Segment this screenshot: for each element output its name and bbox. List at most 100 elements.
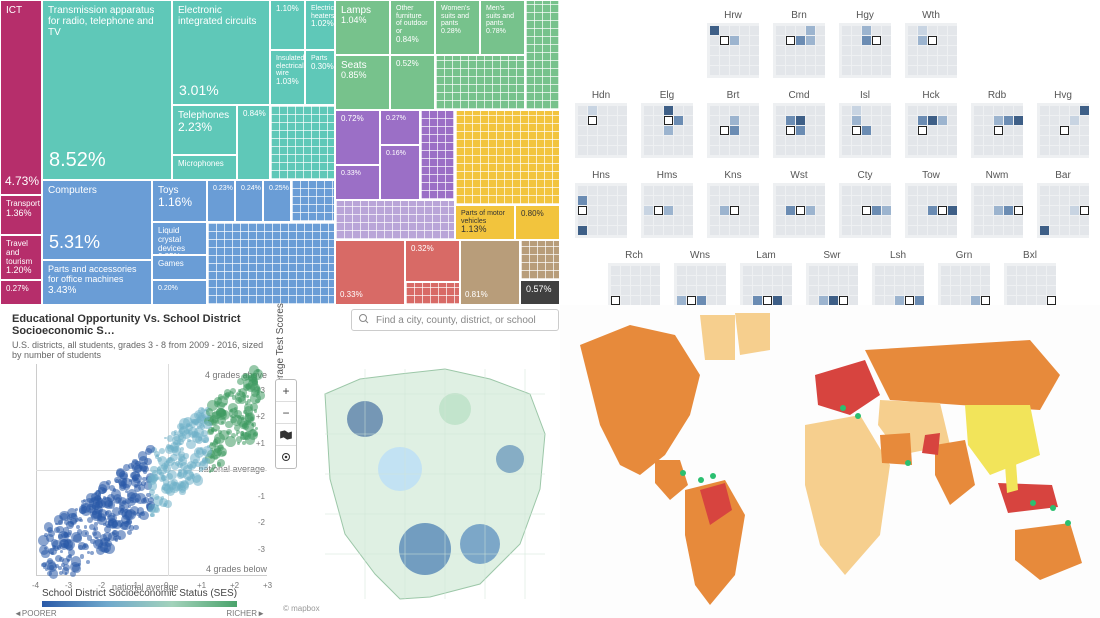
- sm-Nwm[interactable]: Nwm: [971, 170, 1023, 238]
- sm-label: Cmd: [773, 90, 825, 101]
- zoom-in-button[interactable]: +: [276, 380, 296, 402]
- tm-y080: 0.80%: [515, 205, 560, 240]
- region-select-button[interactable]: [276, 424, 296, 446]
- tm-other-pink: 0.27%: [0, 280, 42, 305]
- tm-p016: 0.16%: [380, 145, 420, 200]
- tm-dark057: 0.57%: [520, 280, 560, 305]
- sm-cells: [773, 103, 825, 158]
- tm-seats: Seats 0.85%: [335, 55, 390, 110]
- sm-Rdb[interactable]: Rdb: [971, 90, 1023, 158]
- locate-button[interactable]: [276, 446, 296, 468]
- tm-b020: 0.20%: [152, 280, 207, 305]
- scatter-title: Educational Opportunity Vs. School Distr…: [12, 313, 267, 337]
- sm-cells: [641, 183, 693, 238]
- tm-s033: 0.33%: [335, 240, 405, 305]
- map-pin: [855, 413, 861, 419]
- tm-p033: 0.33%: [335, 165, 380, 200]
- sm-Isl[interactable]: Isl: [839, 90, 891, 158]
- sm-label: Hrw: [707, 10, 759, 21]
- tm-games: Games: [152, 255, 207, 280]
- scatter-subtitle: U.S. districts, all students, grades 3 -…: [12, 340, 267, 360]
- scatter-legend: ◄POORER RICHER►: [42, 601, 237, 607]
- tm-parts: Parts 0.30%: [305, 50, 335, 105]
- sm-label: Hms: [641, 170, 693, 181]
- map-attribution: © mapbox: [279, 603, 324, 614]
- sm-label: Wst: [773, 170, 825, 181]
- map-pin: [1050, 505, 1056, 511]
- sm-Elg[interactable]: Elg: [641, 90, 693, 158]
- tm-of: Other furniture of outdoor or 0.84%: [390, 0, 435, 55]
- sm-Cmd[interactable]: Cmd: [773, 90, 825, 158]
- sm-Tow[interactable]: Tow: [905, 170, 957, 238]
- sm-label: Nwm: [971, 170, 1023, 181]
- tm-p072: 0.72%: [335, 110, 380, 165]
- sm-label: Wns: [674, 250, 726, 261]
- sm-label: Brn: [773, 10, 825, 21]
- sm-Brn[interactable]: Brn: [773, 10, 825, 78]
- sm-cells: [575, 183, 627, 238]
- sm-cells: [575, 103, 627, 158]
- sm-cells: [707, 23, 759, 78]
- map-controls: + −: [275, 379, 297, 469]
- sm-Hdn[interactable]: Hdn: [575, 90, 627, 158]
- tm-computers: Computers 5.31%: [42, 180, 152, 260]
- tm-office: Parts and accessories for office machine…: [42, 260, 152, 305]
- sm-Hns[interactable]: Hns: [575, 170, 627, 238]
- sm-cells: [773, 183, 825, 238]
- sm-label: Hck: [905, 90, 957, 101]
- tm-tel: Telephones 2.23%: [172, 105, 237, 155]
- map-search[interactable]: Find a city, county, district, or school: [351, 309, 559, 331]
- tm-teal-084: 0.84%: [237, 105, 270, 180]
- sm-cells: [971, 103, 1023, 158]
- sm-label: Bxl: [1004, 250, 1056, 261]
- search-placeholder: Find a city, county, district, or school: [376, 315, 536, 326]
- sm-Wth[interactable]: Wth: [905, 10, 957, 78]
- sm-Hgy[interactable]: Hgy: [839, 10, 891, 78]
- zoom-out-button[interactable]: −: [276, 402, 296, 424]
- tm-ict: ICT 4.73%: [0, 0, 42, 195]
- sm-label: Swr: [806, 250, 858, 261]
- tm-ms: Men's suits and pants 0.78%: [480, 0, 525, 55]
- scatter-chart: 4 grades above 4 grades below national a…: [12, 364, 267, 596]
- sm-label: Kns: [707, 170, 759, 181]
- sm-label: Isl: [839, 90, 891, 101]
- sm-Hck[interactable]: Hck: [905, 90, 957, 158]
- tm-p027: 0.27%: [380, 110, 420, 145]
- map-pin: [710, 473, 716, 479]
- tm-heat: Electric heaters 1.02%: [305, 0, 335, 50]
- map-pin: [1065, 520, 1071, 526]
- sm-label: Brt: [707, 90, 759, 101]
- sm-label: Tow: [905, 170, 957, 181]
- map-pin: [1030, 500, 1036, 506]
- tm-tan081: 0.81%: [460, 240, 520, 305]
- tm-transport: Transport 1.36%: [0, 195, 42, 235]
- tm-pmv: Parts of motor vehicles 1.13%: [455, 205, 515, 240]
- sm-label: Hgy: [839, 10, 891, 21]
- sm-cells: [773, 23, 825, 78]
- us-map[interactable]: [305, 339, 565, 609]
- sm-cells: [971, 183, 1023, 238]
- sm-Hrw[interactable]: Hrw: [707, 10, 759, 78]
- sm-Hms[interactable]: Hms: [641, 170, 693, 238]
- sm-Wst[interactable]: Wst: [773, 170, 825, 238]
- sm-label: Lam: [740, 250, 792, 261]
- sm-Hvg[interactable]: Hvg: [1037, 90, 1089, 158]
- sm-Cty[interactable]: Cty: [839, 170, 891, 238]
- sm-Brt[interactable]: Brt: [707, 90, 759, 158]
- sm-label: Grn: [938, 250, 990, 261]
- edu-panel: Educational Opportunity Vs. School Distr…: [0, 305, 560, 618]
- sm-label: Hdn: [575, 90, 627, 101]
- map-pin: [905, 460, 911, 466]
- tm-lcd: Liquid crystal devices 0.85%: [152, 222, 207, 255]
- world-map[interactable]: [560, 305, 1100, 618]
- tm-teal-110: 1.10%: [270, 0, 305, 50]
- sm-Bar[interactable]: Bar: [1037, 170, 1089, 238]
- tm-mic: Microphones: [172, 155, 237, 180]
- sm-cells: [905, 23, 957, 78]
- tm-wire: Insulated electrical wire 1.03%: [270, 50, 305, 105]
- sm-Kns[interactable]: Kns: [707, 170, 759, 238]
- tm-b025: 0.25%: [263, 180, 291, 222]
- sm-cells: [839, 103, 891, 158]
- map-pin: [680, 470, 686, 476]
- sm-label: Hns: [575, 170, 627, 181]
